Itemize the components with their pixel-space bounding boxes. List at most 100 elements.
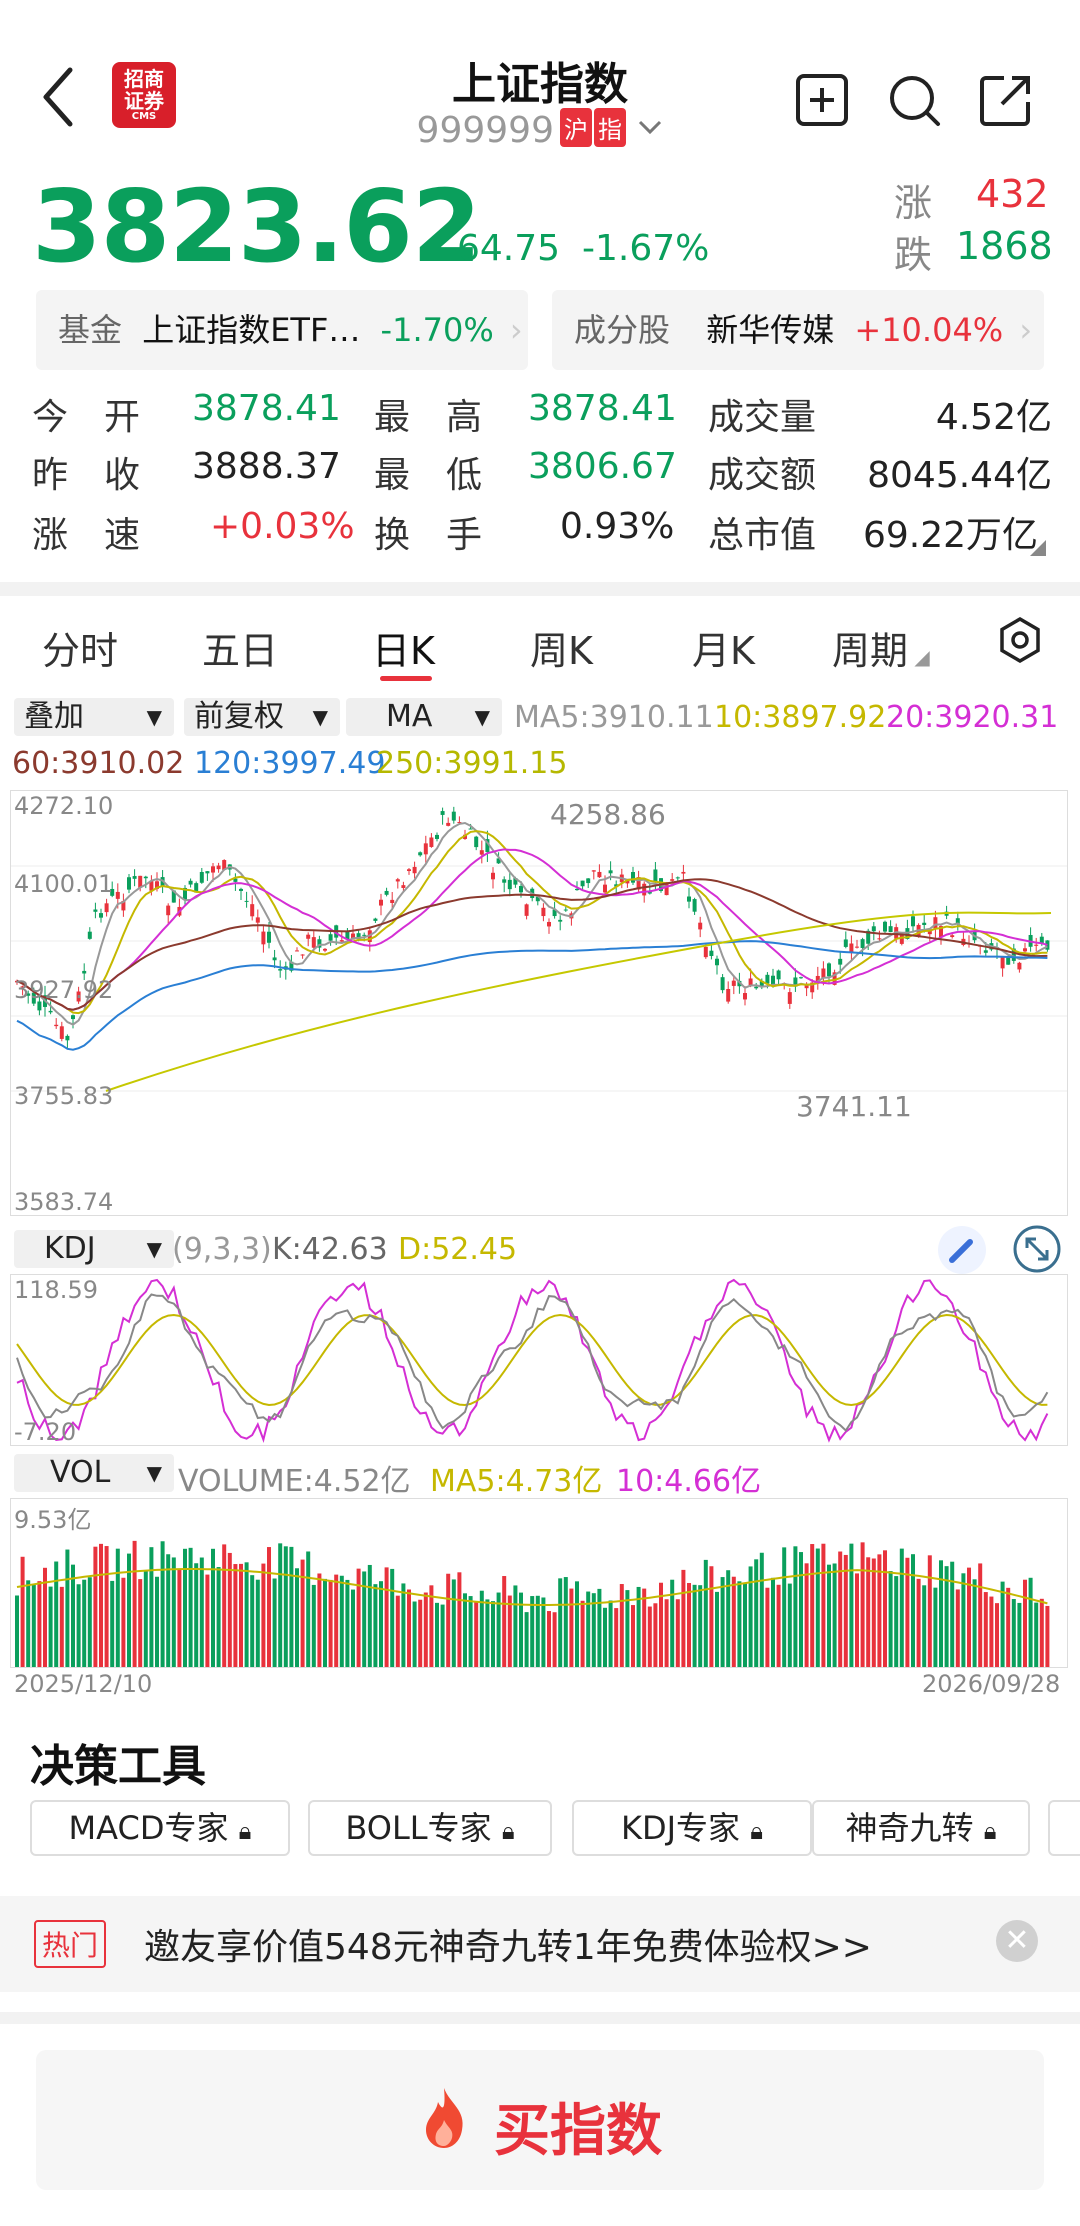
volume-bar	[82, 1579, 87, 1667]
kdj-k-value: K:42.63	[272, 1232, 388, 1267]
stat-high: 3878.41	[528, 388, 677, 429]
volume-bar	[1028, 1577, 1033, 1667]
caret-down-icon: ▼	[146, 1461, 162, 1485]
volume-bar	[670, 1579, 675, 1667]
volume-bar	[390, 1568, 395, 1667]
plus-square-icon	[796, 74, 848, 126]
candle-body	[373, 918, 378, 921]
volume-bar	[267, 1547, 271, 1667]
current-price: 3823.62	[32, 168, 481, 285]
tool-more[interactable]	[1048, 1800, 1080, 1856]
volume-bar	[317, 1573, 322, 1667]
volume-bar	[395, 1595, 400, 1667]
kdj-label: KDJ	[44, 1231, 96, 1266]
candle-body	[446, 822, 451, 826]
candle-body	[911, 916, 915, 927]
fund-card[interactable]: 基金 上证指数ETF… -1.70% ›	[36, 290, 528, 370]
stat-market-cap: 69.22万亿	[862, 515, 1038, 556]
share-button[interactable]	[978, 72, 1034, 128]
promo-banner[interactable]: 热门 邀友享价值548元神奇九转1年免费体验权>> ✕	[0, 1896, 1080, 1992]
vol-volume-value: VOLUME:4.52亿	[178, 1464, 411, 1499]
index-tag: 指	[593, 108, 626, 147]
tab-monthly-k[interactable]: 月K	[692, 620, 755, 675]
candle-body	[502, 879, 507, 883]
volume-bar	[76, 1584, 81, 1667]
volume-bar	[412, 1601, 417, 1667]
tool-boll[interactable]: BOLL专家 🔒︎	[308, 1800, 552, 1856]
vol-label: VOL	[50, 1455, 111, 1490]
chevron-right-icon: ›	[1019, 311, 1033, 349]
volume-bar	[911, 1554, 915, 1667]
candle-body	[295, 950, 299, 952]
volume-bar	[127, 1553, 131, 1667]
volume-bar	[703, 1559, 708, 1667]
candle-body	[631, 872, 635, 883]
down-count: 1868	[956, 224, 1053, 268]
volume-bar	[642, 1588, 647, 1667]
volume-chart[interactable]	[10, 1498, 1068, 1668]
tab-weekly-k[interactable]: 周K	[530, 620, 593, 675]
buy-index-button[interactable]: 买指数	[36, 2050, 1044, 2190]
tool-kdj[interactable]: KDJ专家 🔒︎	[572, 1800, 812, 1856]
volume-bar	[849, 1543, 854, 1667]
volume-bar	[171, 1557, 176, 1667]
kdj-chart[interactable]	[10, 1274, 1068, 1446]
volume-bar	[183, 1548, 187, 1667]
tab-five-day[interactable]: 五日	[202, 620, 278, 675]
search-icon	[890, 76, 940, 126]
corner-expand-icon[interactable]	[1030, 540, 1046, 556]
volume-bar	[899, 1548, 904, 1667]
candle-body	[563, 909, 568, 911]
volume-bar	[379, 1581, 383, 1667]
divider	[0, 582, 1080, 596]
component-card[interactable]: 成分股 新华传媒 +10.04% ›	[552, 290, 1044, 370]
volume-bar	[71, 1564, 75, 1667]
settings-hexagon-icon	[1000, 616, 1040, 664]
candle-body	[407, 869, 411, 872]
volume-bar	[435, 1602, 439, 1667]
search-button[interactable]	[886, 72, 942, 128]
candle-body	[827, 963, 831, 977]
chart-settings-button[interactable]	[996, 616, 1044, 668]
caret-down-icon: ▼	[146, 705, 162, 729]
candle-body	[423, 843, 428, 855]
volume-bar	[20, 1556, 25, 1667]
candle-body	[883, 921, 887, 932]
volume-bar	[272, 1578, 277, 1667]
tab-daily-k[interactable]: 日K	[372, 620, 435, 675]
volume-bar	[871, 1558, 876, 1667]
candle-body	[670, 879, 675, 881]
caret-down-icon: ▼	[312, 705, 328, 729]
overlay-dropdown[interactable]: 叠加 ▼	[14, 698, 174, 736]
volume-bar	[967, 1567, 971, 1667]
tool-nine-turn[interactable]: 神奇九转 🔒︎	[812, 1800, 1030, 1856]
candle-body	[339, 940, 344, 942]
kdj-dropdown[interactable]: KDJ ▼	[14, 1230, 174, 1268]
volume-bar	[647, 1606, 652, 1667]
tool-macd[interactable]: MACD专家 🔒︎	[30, 1800, 290, 1856]
volume-bar	[356, 1568, 361, 1667]
volume-bar	[31, 1584, 36, 1667]
volume-bar	[631, 1605, 635, 1667]
volume-bar	[754, 1559, 759, 1667]
edit-indicator-button[interactable]	[938, 1226, 986, 1274]
overlay-label: 叠加	[24, 699, 84, 734]
add-watchlist-button[interactable]	[794, 72, 850, 128]
volume-bar	[995, 1603, 999, 1667]
candle-body	[871, 926, 876, 932]
volume-bar	[681, 1569, 686, 1667]
candle-body	[799, 977, 803, 979]
ma-dropdown[interactable]: MA ▼	[346, 698, 502, 736]
up-label: 涨	[894, 181, 933, 225]
tab-period[interactable]: 周期 ◢	[832, 620, 930, 675]
tab-intraday[interactable]: 分时	[42, 620, 118, 675]
adjust-dropdown[interactable]: 前复权 ▼	[184, 698, 340, 736]
expand-chart-button[interactable]	[1012, 1224, 1062, 1278]
vol-dropdown[interactable]: VOL ▼	[14, 1454, 174, 1492]
volume-bar	[961, 1573, 966, 1667]
lock-icon: 🔒︎	[983, 1817, 997, 1845]
kline-chart[interactable]	[10, 790, 1068, 1216]
close-icon[interactable]: ✕	[996, 1920, 1038, 1962]
candle-body	[244, 900, 249, 902]
price-axis-l4: 3755.83	[14, 1082, 114, 1110]
